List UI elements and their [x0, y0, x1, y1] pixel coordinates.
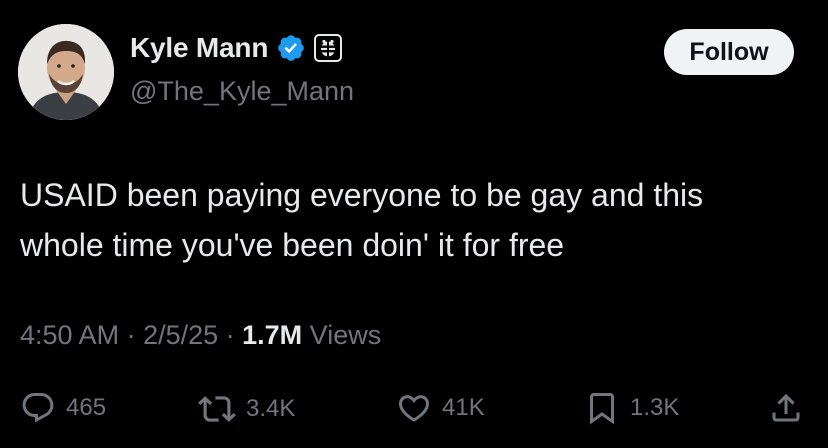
avatar[interactable]: [18, 24, 114, 120]
tweet-meta: 4:50 AM · 2/5/25 · 1.7M Views: [20, 320, 381, 351]
views-count: 1.7M: [242, 320, 303, 350]
tweet-text: USAID been paying everyone to be gay and…: [20, 177, 704, 263]
share-button[interactable]: [768, 390, 804, 426]
profile-photo: [18, 24, 114, 120]
bookmark-icon: [590, 393, 614, 425]
like-button[interactable]: 41K: [396, 390, 485, 426]
tweet-time[interactable]: 4:50 AM: [20, 320, 119, 350]
reply-count: 465: [66, 394, 107, 421]
repost-count: 3.4K: [246, 395, 296, 422]
bookmark-button[interactable]: 1.3K: [584, 390, 679, 426]
heart-icon: [398, 395, 430, 422]
like-count: 41K: [442, 394, 485, 421]
tweet-date[interactable]: 2/5/25: [143, 320, 218, 350]
views-label: Views: [302, 320, 382, 350]
reply-icon: [22, 393, 54, 423]
meta-separator: ·: [218, 320, 243, 350]
author-name-row: Kyle Mann: [130, 32, 343, 64]
babylon-bee-affiliate-icon[interactable]: [314, 34, 343, 62]
reply-button[interactable]: 465: [20, 390, 106, 426]
bee-logo-icon: [321, 39, 336, 57]
repost-icon: [198, 396, 236, 422]
share-icon: [772, 393, 800, 422]
repost-button[interactable]: 3.4K: [198, 390, 295, 428]
author-display-name[interactable]: Kyle Mann: [130, 32, 268, 64]
follow-button[interactable]: Follow: [664, 29, 794, 75]
author-handle[interactable]: @The_Kyle_Mann: [130, 76, 354, 107]
verified-badge-icon[interactable]: [276, 33, 306, 63]
action-bar: 465 3.4K 41K 1.3K: [0, 390, 828, 430]
meta-separator: ·: [119, 320, 144, 350]
bookmark-count: 1.3K: [630, 394, 680, 421]
